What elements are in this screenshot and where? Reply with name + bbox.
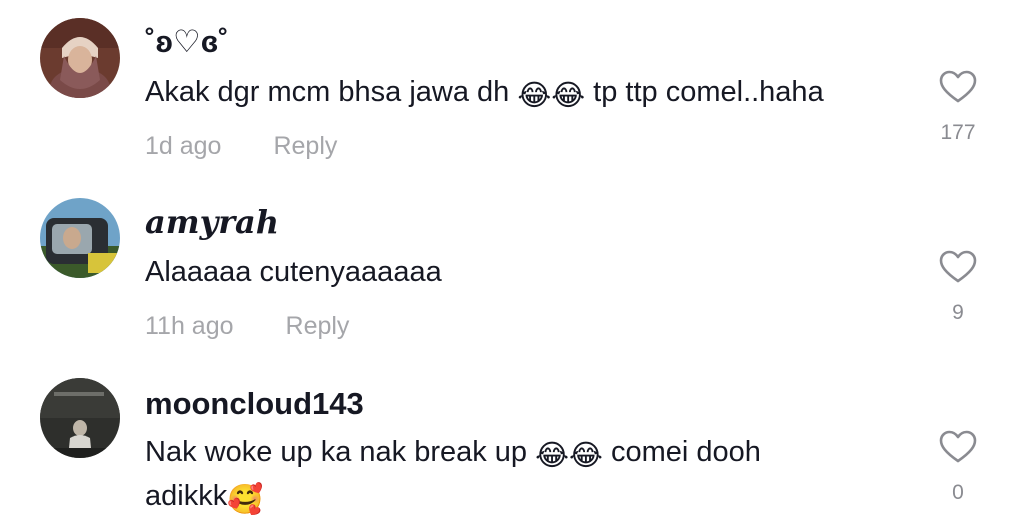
- comment-text-part: tp ttp comel..haha: [585, 76, 824, 108]
- avatar[interactable]: [40, 18, 120, 98]
- avatar[interactable]: [40, 198, 120, 278]
- like-count: 0: [952, 481, 964, 504]
- avatar[interactable]: [40, 378, 120, 458]
- username[interactable]: mooncloud143: [145, 386, 364, 422]
- like-button[interactable]: [938, 70, 978, 104]
- heart-outline-icon: [939, 430, 977, 463]
- avatar-image: [40, 378, 120, 458]
- like-count: 9: [952, 301, 964, 324]
- avatar-image: [40, 18, 120, 98]
- username[interactable]: ˚ʚ♡ɞ˚: [145, 24, 229, 60]
- comment-text-part: Akak dgr mcm bhsa jawa dh: [145, 76, 518, 108]
- like-button[interactable]: [938, 250, 978, 284]
- reply-button[interactable]: Reply: [273, 132, 337, 160]
- comment-text: Akak dgr mcm bhsa jawa dh 😂😂 tp ttp come…: [145, 72, 905, 116]
- smiling-hearts-emoji: 🥰: [227, 484, 264, 516]
- comment-text: Nak woke up ka nak break up 😂😂 comei doo…: [145, 432, 905, 520]
- heart-outline-icon: [939, 250, 977, 283]
- comment-meta: 11h ago Reply: [145, 312, 349, 341]
- comment-text-part: comei dooh: [602, 436, 761, 468]
- timestamp: 1d ago: [145, 132, 222, 160]
- comment-text-part: adikkk: [145, 480, 228, 512]
- heart-outline-icon: [939, 70, 977, 103]
- reply-button[interactable]: Reply: [286, 312, 350, 340]
- laughing-emoji: 😂😂: [535, 440, 603, 472]
- comment-text-part: Nak woke up ka nak break up: [145, 436, 536, 468]
- like-count: 177: [940, 121, 976, 144]
- username[interactable]: amyrah: [145, 203, 279, 241]
- laughing-emoji: 😂😂: [517, 80, 586, 112]
- like-button[interactable]: [938, 430, 978, 464]
- comment-text: Alaaaaa cutenyaaaaaa: [145, 256, 442, 288]
- comment-meta: 1d ago Reply: [145, 132, 337, 161]
- avatar-image: [40, 198, 120, 278]
- timestamp: 11h ago: [145, 312, 234, 340]
